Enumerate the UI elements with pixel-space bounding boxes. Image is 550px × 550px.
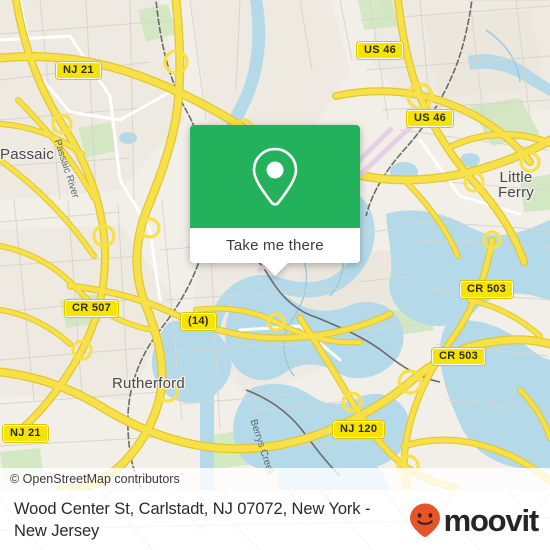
popup-header [190,125,360,228]
osm-attribution-text[interactable]: © OpenStreetMap contributors [10,472,180,486]
popup-body: Take me there [190,125,360,263]
road-shield-cr-507[interactable]: CR 507 [65,300,119,317]
road-shield-us-46-north[interactable]: US 46 [357,42,404,59]
popup-tail-arrow [262,263,288,276]
moovit-wordmark: moovit [443,502,540,538]
map-attribution-bar: © OpenStreetMap contributors [0,468,550,490]
map-pin-icon [252,147,298,206]
moovit-map-screenshot: Passaic Rutherford Little Ferry Passaic … [0,0,550,550]
footer-content: Wood Center St, Carlstadt, NJ 07072, New… [0,490,550,550]
road-shield-cr-503-north[interactable]: CR 503 [460,281,514,298]
road-shield-cr-503-south[interactable]: CR 503 [432,348,486,365]
road-shield-nj-120[interactable]: NJ 120 [333,421,385,438]
map-canvas[interactable]: Passaic Rutherford Little Ferry Passaic … [0,0,550,490]
popup-footer[interactable]: Take me there [190,228,360,263]
map-destination-popup[interactable]: Take me there [190,125,360,276]
road-shield-us-46-south[interactable]: US 46 [407,110,454,127]
take-me-there-label: Take me there [226,237,324,254]
moovit-brand-logo[interactable]: moovit [408,502,540,538]
road-shield-nj-21-north[interactable]: NJ 21 [56,62,101,79]
moovit-smiley-pin-icon [409,503,440,537]
footer-bar: Wood Center St, Carlstadt, NJ 07072, New… [0,490,550,550]
destination-address: Wood Center St, Carlstadt, NJ 07072, New… [14,500,371,540]
road-shield-nj-21-south[interactable]: NJ 21 [3,425,48,442]
road-shield-route-14[interactable]: (14) [181,313,216,330]
